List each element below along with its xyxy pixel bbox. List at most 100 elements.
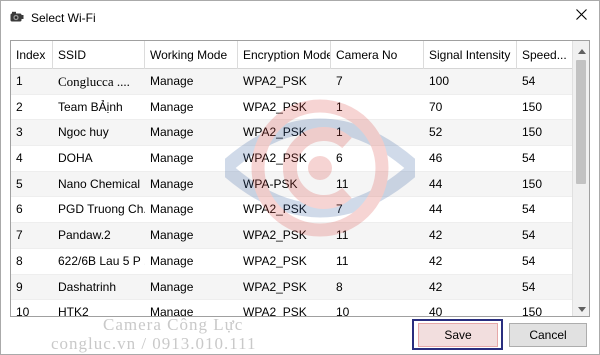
scroll-up-icon — [577, 43, 586, 57]
cell-encryption-mode: WPA2_PSK — [243, 74, 307, 88]
cell-speed: 150 — [522, 176, 543, 191]
cell-speed: 150 — [522, 125, 543, 140]
cell-index: 2 — [16, 99, 23, 114]
watermark-text-brand: Camera Công Lực — [103, 315, 244, 334]
cell-speed: 150 — [522, 305, 543, 317]
column-header-speed[interactable]: Speed... — [517, 41, 573, 69]
cell-encryption-mode: WPA2_PSK — [243, 125, 307, 140]
table-row[interactable]: 7 Pandaw.2 Manage WPA2_PSK 11 42 54 — [11, 223, 573, 249]
cell-working-mode: Manage — [150, 279, 194, 294]
cell-ssid: Dashatrinh — [58, 279, 117, 294]
window-title: Select Wi-Fi — [31, 11, 96, 25]
cell-camera-no: 6 — [336, 151, 343, 166]
cell-signal-intensity: 100 — [429, 74, 450, 88]
table-row[interactable]: 8 622/6B Lau 5 P ... Manage WPA2_PSK 11 42 54 — [11, 248, 573, 275]
cell-signal-intensity: 44 — [429, 176, 443, 191]
cell-index: 8 — [16, 253, 23, 268]
cell-signal-intensity: 44 — [429, 202, 443, 217]
table-row[interactable]: 2 Team BẢịnh Manage WPA2_PSK 1 70 150 — [11, 94, 573, 121]
select-wifi-dialog: Select Wi-Fi Index SSID Working Mode Encryp… — [0, 0, 600, 355]
cell-encryption-mode: WPA-PSK — [243, 176, 298, 191]
table-header: Index SSID Working Mode Encryption Mode Came… — [11, 41, 573, 69]
camera-icon — [10, 11, 24, 23]
cell-signal-intensity: 42 — [429, 253, 443, 268]
cell-camera-no: 10 — [336, 305, 350, 317]
column-header-index[interactable]: Index — [11, 41, 53, 69]
cell-signal-intensity: 42 — [429, 279, 443, 294]
save-button[interactable]: Save — [418, 323, 498, 347]
column-header-camera-no[interactable]: Camera No — [331, 41, 424, 69]
cell-camera-no: 7 — [336, 74, 343, 88]
cell-ssid: Nano Chemical — [58, 176, 141, 191]
cell-encryption-mode: WPA2_PSK — [243, 279, 307, 294]
cell-camera-no: 11 — [336, 253, 349, 268]
cell-encryption-mode: WPA2_PSK — [243, 151, 307, 166]
cancel-button[interactable]: Cancel — [509, 323, 587, 347]
cell-ssid: Pandaw.2 — [58, 228, 111, 243]
cell-ssid: Team BẢịnh — [58, 99, 123, 114]
column-header-signal-intensity[interactable]: Signal Intensity — [424, 41, 517, 69]
cell-camera-no: 1 — [336, 125, 343, 140]
cell-working-mode: Manage — [150, 253, 194, 268]
watermark-text-contact: congluc.vn / 0913.010.111 — [51, 334, 257, 353]
cell-index: 1 — [16, 74, 23, 88]
cell-ssid: Ngoc huy — [58, 125, 109, 140]
table-row[interactable]: 9 Dashatrinh Manage WPA2_PSK 8 42 54 — [11, 274, 573, 301]
cell-speed: 54 — [522, 74, 536, 88]
cell-encryption-mode: WPA2_PSK — [243, 202, 307, 217]
cell-working-mode: Manage — [150, 74, 194, 88]
table-row[interactable]: 3 Ngoc huy Manage WPA2_PSK 1 52 150 — [11, 120, 573, 147]
cell-index: 9 — [16, 279, 23, 294]
cell-ssid: Conglucca .... — [58, 74, 130, 89]
cell-encryption-mode: WPA2_PSK — [243, 253, 307, 268]
cell-working-mode: Manage — [150, 176, 194, 191]
scrollbar-thumb[interactable] — [576, 60, 586, 184]
cell-signal-intensity: 40 — [429, 305, 443, 317]
cell-camera-no: 7 — [336, 202, 343, 217]
cell-camera-no: 1 — [336, 99, 343, 114]
cell-working-mode: Manage — [150, 202, 194, 217]
close-button[interactable] — [567, 3, 595, 29]
column-header-working-mode[interactable]: Working Mode — [145, 41, 238, 69]
cell-speed: 54 — [522, 279, 536, 294]
cell-index: 5 — [16, 176, 23, 191]
cell-encryption-mode: WPA2_PSK — [243, 228, 307, 243]
cell-speed: 54 — [522, 202, 536, 217]
cell-index: 7 — [16, 228, 23, 243]
cell-signal-intensity: 70 — [429, 99, 443, 114]
scroll-down-button[interactable] — [573, 299, 589, 316]
table-row[interactable]: 4 DOHA Manage WPA2_PSK 6 46 54 — [11, 146, 573, 172]
cell-camera-no: 8 — [336, 279, 343, 294]
column-header-encryption-mode[interactable]: Encryption Mode — [238, 41, 331, 69]
vertical-scrollbar[interactable] — [572, 41, 589, 316]
cell-signal-intensity: 46 — [429, 151, 443, 166]
cell-index: 4 — [16, 151, 23, 166]
cell-working-mode: Manage — [150, 228, 194, 243]
table-row[interactable]: 5 Nano Chemical Manage WPA-PSK 11 44 150 — [11, 171, 573, 198]
table-row[interactable]: 6 PGD Truong Ch... Manage WPA2_PSK 7 44 54 — [11, 197, 573, 224]
cell-signal-intensity: 42 — [429, 228, 443, 243]
cell-working-mode: Manage — [150, 151, 194, 166]
cell-ssid: DOHA — [58, 151, 93, 166]
cell-ssid: PGD Truong Ch... — [58, 202, 145, 217]
cell-ssid: 622/6B Lau 5 P ... — [58, 253, 145, 268]
cell-speed: 54 — [522, 228, 536, 243]
column-header-ssid[interactable]: SSID — [53, 41, 145, 69]
cell-speed: 54 — [522, 253, 536, 268]
cell-index: 3 — [16, 125, 23, 140]
scroll-down-icon — [577, 301, 586, 315]
cell-camera-no: 11 — [336, 176, 349, 191]
cell-signal-intensity: 52 — [429, 125, 443, 140]
cell-index: 6 — [16, 202, 23, 217]
title-bar: Select Wi-Fi — [1, 1, 599, 32]
scroll-up-button[interactable] — [573, 41, 589, 58]
cell-speed: 150 — [522, 99, 543, 114]
cell-working-mode: Manage — [150, 125, 194, 140]
cell-camera-no: 11 — [336, 228, 349, 243]
cell-encryption-mode: WPA2_PSK — [243, 305, 307, 317]
wifi-list-table[interactable]: Index SSID Working Mode Encryption Mode Came… — [10, 40, 590, 317]
table-row[interactable]: 1 Conglucca .... Manage WPA2_PSK 7 100 54 — [11, 69, 573, 95]
table-row[interactable]: 10 HTK2 Manage WPA2_PSK 10 40 150 — [11, 300, 573, 317]
cell-working-mode: Manage — [150, 99, 194, 114]
cell-speed: 54 — [522, 151, 536, 166]
